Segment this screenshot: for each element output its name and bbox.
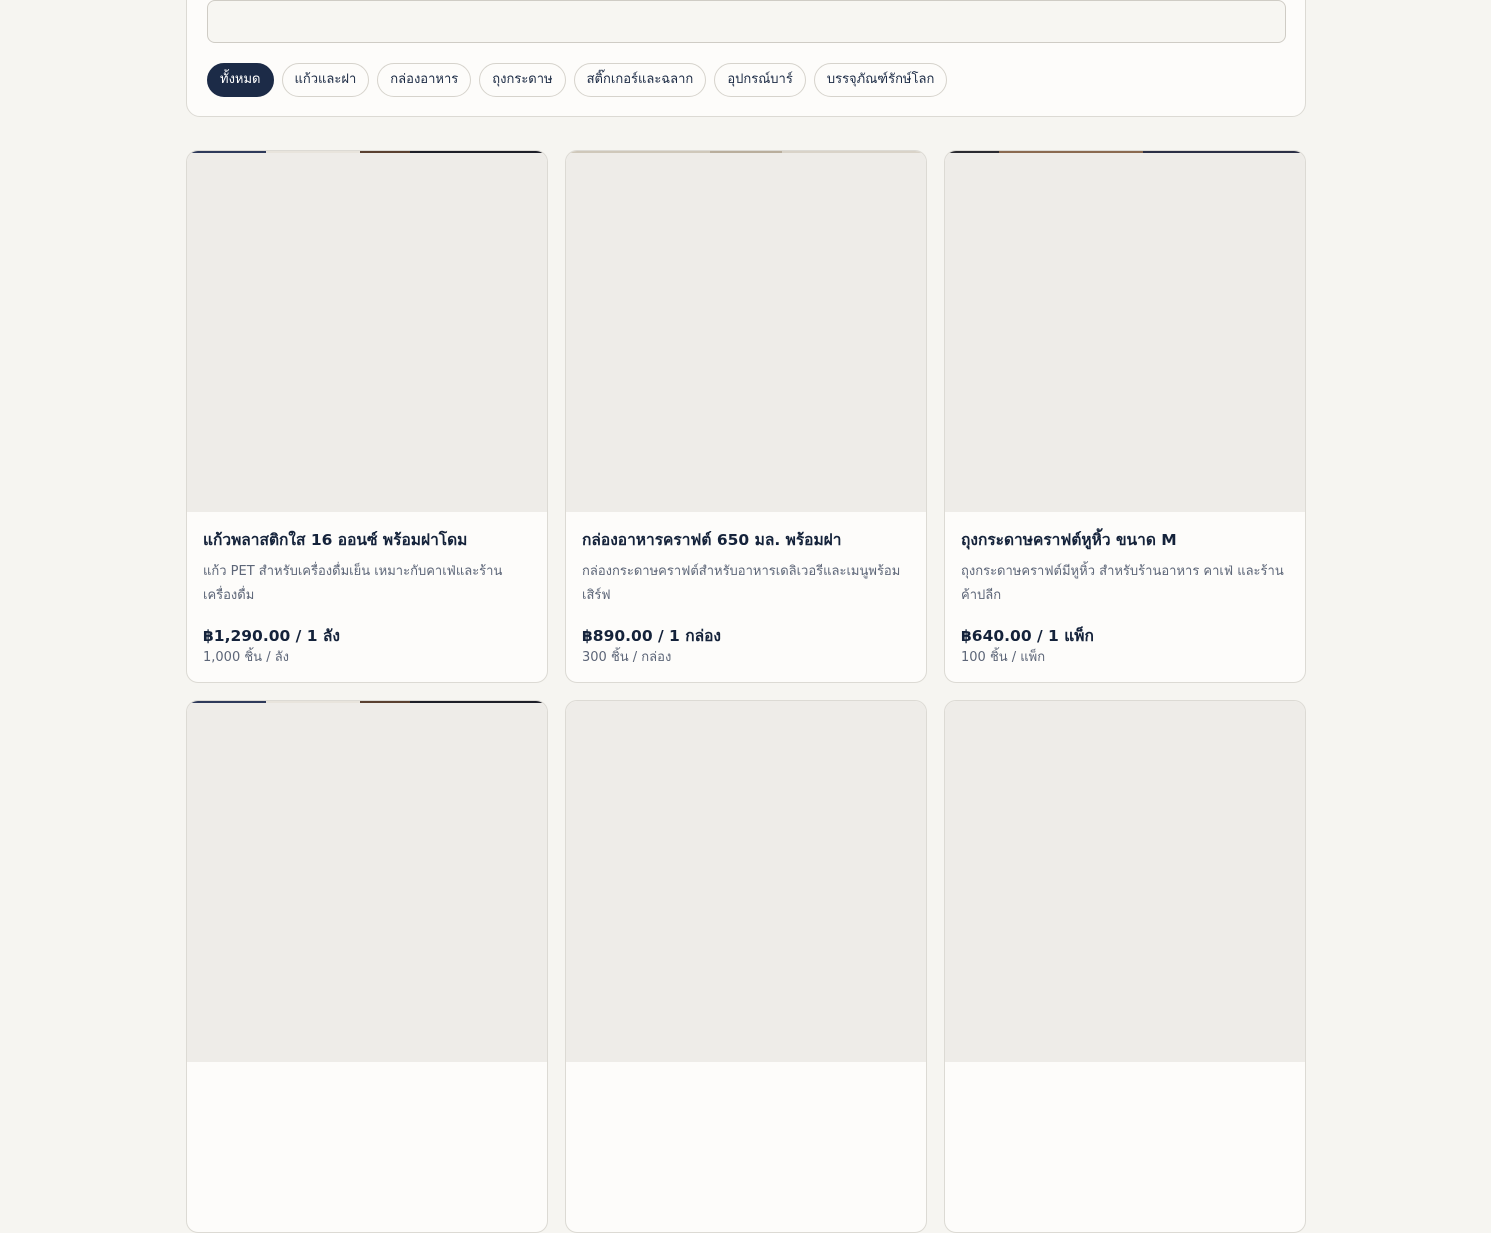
product-description: กล่องกระดาษคราฟต์สำหรับอาหารเดลิเวอรีและ… (582, 564, 901, 603)
product-description: ถุงกระดาษคราฟต์มีหูหิ้ว สำหรับร้านอาหาร … (961, 564, 1284, 603)
product-grid: แก้วพลาสติกใส 16 ออนซ์ พร้อมฝาโดม แก้ว P… (186, 150, 1306, 1233)
product-card[interactable] (186, 700, 548, 1233)
category-chip-food-boxes[interactable]: กล่องอาหาร (377, 63, 472, 97)
product-unit: 100 ชิ้น / แพ็ก (961, 650, 1046, 665)
product-title[interactable]: ถุงกระดาษคราฟต์หูหิ้ว ขนาด M (961, 528, 1289, 552)
product-image[interactable] (187, 701, 547, 1062)
category-chip-cups-lids[interactable]: แก้วและฝา (281, 63, 370, 97)
category-chip-paper-bags[interactable]: ถุงกระดาษ (479, 63, 566, 97)
product-card[interactable] (565, 700, 927, 1233)
product-image[interactable] (187, 151, 547, 512)
product-image[interactable] (566, 151, 926, 512)
category-filter-chips: ทั้งหมด แก้วและฝา กล่องอาหาร ถุงกระดาษ ส… (207, 63, 948, 97)
category-chip-all[interactable]: ทั้งหมด (207, 63, 274, 97)
product-card[interactable] (944, 700, 1306, 1233)
product-card[interactable]: แก้วพลาสติกใส 16 ออนซ์ พร้อมฝาโดม แก้ว P… (186, 150, 548, 683)
product-card[interactable]: กล่องอาหารคราฟต์ 650 มล. พร้อมฝา กล่องกร… (565, 150, 927, 683)
product-price: ฿890.00 / 1 กล่อง (582, 627, 721, 645)
product-card[interactable]: ถุงกระดาษคราฟต์หูหิ้ว ขนาด M ถุงกระดาษคร… (944, 150, 1306, 683)
product-image[interactable] (566, 701, 926, 1062)
filter-panel: ทั้งหมด แก้วและฝา กล่องอาหาร ถุงกระดาษ ส… (186, 0, 1306, 117)
search-input[interactable] (207, 0, 1286, 43)
product-image[interactable] (945, 151, 1305, 512)
category-chip-eco-packaging[interactable]: บรรจุภัณฑ์รักษ์โลก (813, 63, 948, 97)
product-unit: 300 ชิ้น / กล่อง (582, 650, 672, 665)
product-price: ฿640.00 / 1 แพ็ก (961, 627, 1094, 645)
product-title[interactable]: กล่องอาหารคราฟต์ 650 มล. พร้อมฝา (582, 528, 910, 552)
product-image[interactable] (945, 701, 1305, 1062)
category-chip-stickers-labels[interactable]: สติ๊กเกอร์และฉลาก (573, 63, 707, 97)
product-price: ฿1,290.00 / 1 ลัง (203, 627, 340, 645)
product-unit: 1,000 ชิ้น / ลัง (203, 650, 290, 665)
product-description: แก้ว PET สำหรับเครื่องดื่มเย็น เหมาะกับค… (203, 564, 503, 603)
product-title[interactable]: แก้วพลาสติกใส 16 ออนซ์ พร้อมฝาโดม (203, 528, 531, 552)
category-chip-bar-equipment[interactable]: อุปกรณ์บาร์ (714, 63, 806, 97)
